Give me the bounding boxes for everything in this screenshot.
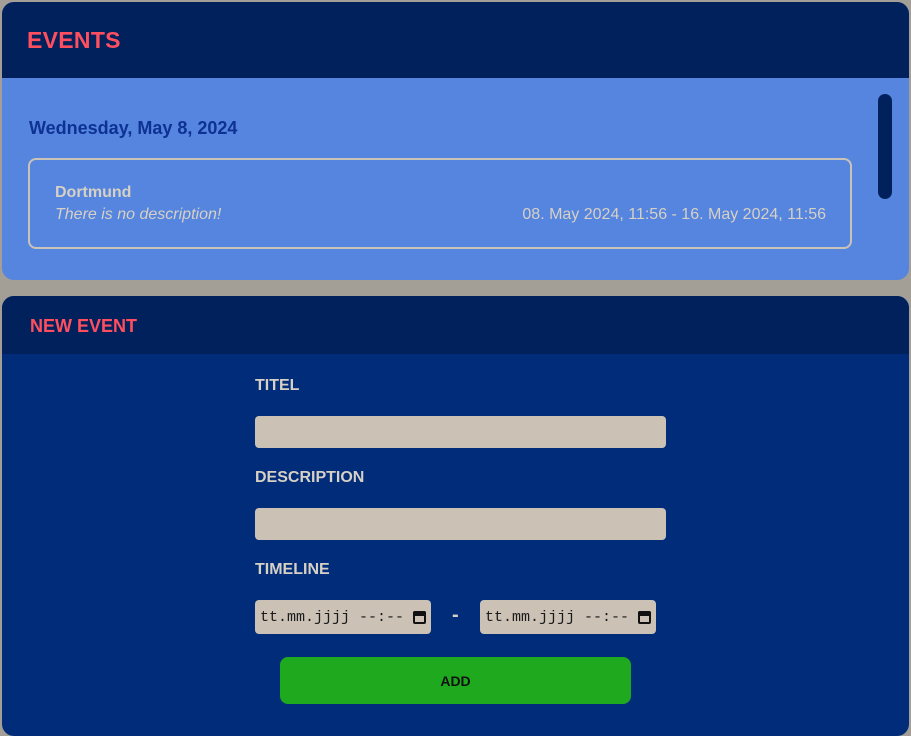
calendar-icon[interactable]	[638, 610, 651, 624]
description-input[interactable]	[255, 508, 666, 540]
events-scrollbar[interactable]	[878, 94, 892, 199]
start-datetime-input[interactable]: tt.mm.jjjj --:--	[255, 600, 431, 634]
new-event-header: NEW EVENT	[2, 296, 909, 354]
event-description: There is no description!	[55, 206, 222, 223]
new-event-title: NEW EVENT	[30, 316, 138, 336]
event-name: Dortmund	[55, 184, 132, 201]
timeline-label: TIMELINE	[255, 561, 330, 578]
event-date-range: 08. May 2024, 11:56 - 16. May 2024, 11:5…	[522, 206, 826, 223]
title-label: TITEL	[255, 377, 300, 394]
add-button[interactable]: ADD	[280, 657, 631, 704]
new-event-panel: NEW EVENT TITEL DESCRIPTION TIMELINE tt.…	[2, 296, 909, 736]
event-card[interactable]: Dortmund There is no description! 08. Ma…	[28, 158, 852, 249]
end-datetime-placeholder: tt.mm.jjjj --:--	[485, 608, 630, 626]
calendar-icon[interactable]	[413, 610, 426, 624]
events-title: EVENTS	[27, 27, 121, 53]
title-input[interactable]	[255, 416, 666, 448]
events-panel: EVENTS Wednesday, May 8, 2024 Dortmund T…	[2, 2, 909, 280]
day-heading: Wednesday, May 8, 2024	[29, 118, 238, 138]
start-datetime-placeholder: tt.mm.jjjj --:--	[260, 608, 405, 626]
description-label: DESCRIPTION	[255, 469, 365, 486]
events-header: EVENTS	[2, 2, 909, 78]
end-datetime-input[interactable]: tt.mm.jjjj --:--	[480, 600, 656, 634]
range-separator: -	[452, 604, 459, 626]
